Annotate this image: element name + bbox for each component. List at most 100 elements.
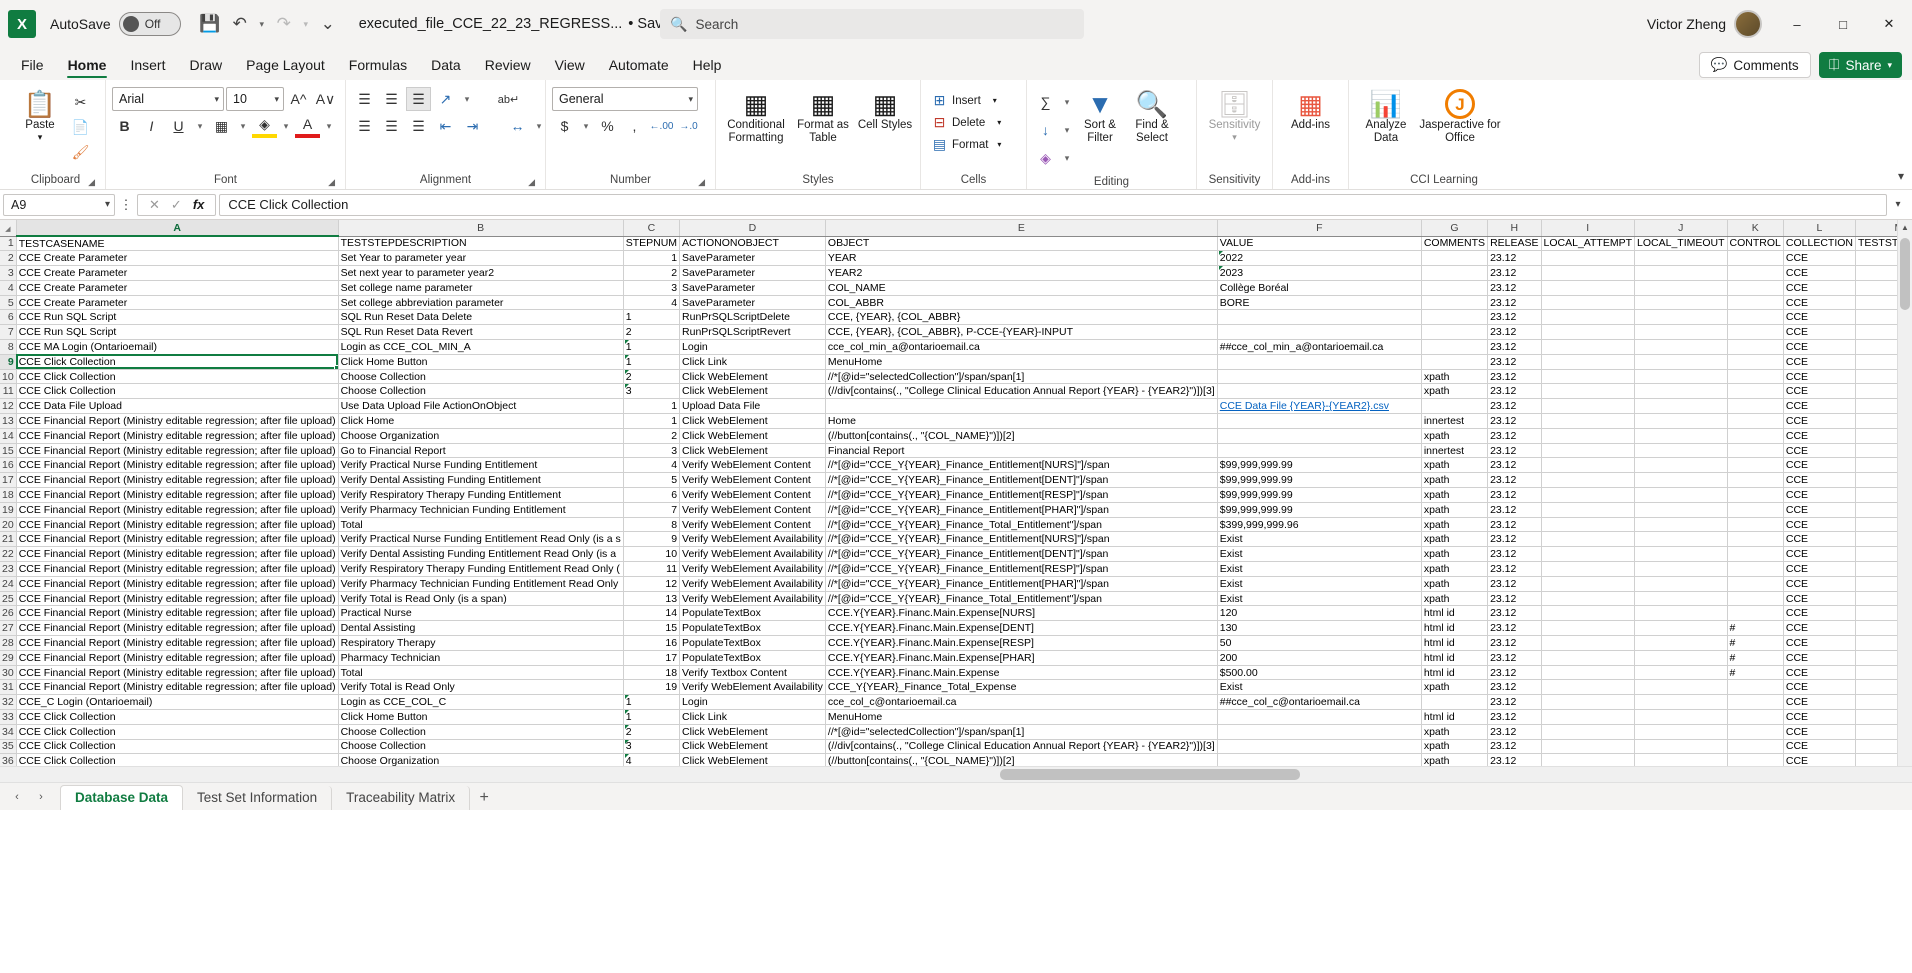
- cell-K16[interactable]: [1727, 457, 1784, 474]
- cell-G17[interactable]: xpath: [1421, 472, 1489, 489]
- cell-B5[interactable]: Set college abbreviation parameter: [338, 295, 624, 311]
- table-row[interactable]: 30 CCE Financial Report (Ministry editabl…: [0, 665, 1912, 681]
- insert-chevron-down-icon[interactable]: ▾: [993, 96, 997, 105]
- grow-font-icon[interactable]: A^: [286, 87, 311, 111]
- cell-F23[interactable]: Exist: [1217, 561, 1422, 577]
- cell-I18[interactable]: [1541, 487, 1636, 503]
- column-header-d[interactable]: D: [679, 220, 826, 237]
- cell-A27[interactable]: CCE Financial Report (Ministry editable …: [16, 620, 339, 637]
- cell-G16[interactable]: xpath: [1421, 457, 1489, 474]
- row-header-17[interactable]: 17: [0, 472, 17, 489]
- row-header-34[interactable]: 34: [0, 724, 17, 740]
- cell-J27[interactable]: [1634, 620, 1728, 637]
- column-header-c[interactable]: C: [623, 220, 681, 237]
- cell-G35[interactable]: xpath: [1421, 739, 1489, 755]
- cell-L12[interactable]: CCE: [1783, 398, 1857, 415]
- cell-G23[interactable]: xpath: [1421, 561, 1489, 577]
- minimize-button[interactable]: –: [1774, 0, 1820, 48]
- cell-F22[interactable]: Exist: [1217, 546, 1422, 563]
- delete-chevron-down-icon[interactable]: ▾: [997, 118, 1001, 127]
- cell-H1[interactable]: RELEASE: [1487, 236, 1542, 252]
- cell-B24[interactable]: Verify Pharmacy Technician Funding Entit…: [338, 576, 624, 592]
- cell-H24[interactable]: 23.12: [1487, 576, 1542, 592]
- cell-K6[interactable]: [1727, 309, 1784, 326]
- cell-B19[interactable]: Verify Pharmacy Technician Funding Entit…: [338, 502, 624, 518]
- cell-A4[interactable]: CCE Create Parameter: [16, 280, 339, 296]
- cell-G24[interactable]: xpath: [1421, 576, 1489, 592]
- cell-C2[interactable]: 1: [623, 250, 681, 267]
- cell-K35[interactable]: [1727, 739, 1784, 755]
- cell-H20[interactable]: 23.12: [1487, 517, 1542, 533]
- table-row[interactable]: 29 CCE Financial Report (Ministry editabl…: [0, 650, 1912, 666]
- column-header-a[interactable]: A: [16, 220, 339, 237]
- cell-I13[interactable]: [1541, 413, 1636, 429]
- cell-E18[interactable]: //*[@id="CCE_Y{YEAR}_Finance_Entitlement…: [825, 487, 1218, 503]
- sheet-tab-test-set-information[interactable]: Test Set Information: [183, 786, 333, 810]
- cell-L15[interactable]: CCE: [1783, 443, 1857, 459]
- format-as-table-button[interactable]: ▦ Format as Table: [790, 87, 856, 145]
- cell-D24[interactable]: Verify WebElement Availability: [679, 576, 826, 592]
- column-header-b[interactable]: B: [338, 220, 624, 237]
- table-row[interactable]: 23 CCE Financial Report (Ministry editabl…: [0, 561, 1912, 577]
- cell-I35[interactable]: [1541, 739, 1636, 755]
- percent-format-icon[interactable]: %: [595, 114, 620, 138]
- cell-J19[interactable]: [1634, 502, 1728, 518]
- tab-review[interactable]: Review: [474, 53, 542, 80]
- cell-E21[interactable]: //*[@id="CCE_Y{YEAR}_Finance_Entitlement…: [825, 531, 1218, 548]
- cell-J23[interactable]: [1634, 561, 1728, 577]
- cell-I33[interactable]: [1541, 709, 1636, 725]
- horizontal-scroll-thumb[interactable]: [1000, 769, 1300, 780]
- cell-I15[interactable]: [1541, 443, 1636, 459]
- cell-D9[interactable]: Click Link: [679, 354, 826, 370]
- format-chevron-down-icon[interactable]: ▾: [997, 140, 1001, 149]
- cell-C20[interactable]: 8: [623, 517, 681, 533]
- cell-G31[interactable]: xpath: [1421, 679, 1489, 696]
- cell-I19[interactable]: [1541, 502, 1636, 518]
- cell-L33[interactable]: CCE: [1783, 709, 1857, 725]
- cell-J22[interactable]: [1634, 546, 1728, 563]
- cell-K26[interactable]: [1727, 605, 1784, 622]
- cell-H17[interactable]: 23.12: [1487, 472, 1542, 489]
- cell-F31[interactable]: Exist: [1217, 679, 1422, 696]
- cell-B8[interactable]: Login as CCE_COL_MIN_A: [338, 339, 624, 355]
- cell-G36[interactable]: xpath: [1421, 753, 1489, 766]
- format-cells-button[interactable]: ▤ Format ▾: [927, 134, 1005, 155]
- save-icon[interactable]: 💾: [195, 9, 225, 39]
- cell-F8[interactable]: ##cce_col_min_a@ontarioemail.ca: [1217, 339, 1422, 355]
- fill-icon[interactable]: ↓: [1033, 118, 1058, 142]
- cell-E28[interactable]: CCE.Y{YEAR}.Financ.Main.Expense[RESP]: [825, 635, 1218, 651]
- cell-E1[interactable]: OBJECT: [825, 236, 1218, 252]
- cell-K14[interactable]: [1727, 428, 1784, 444]
- cell-F2[interactable]: 2022: [1217, 250, 1422, 267]
- cell-A5[interactable]: CCE Create Parameter: [16, 295, 339, 311]
- table-row[interactable]: 25 CCE Financial Report (Ministry editabl…: [0, 591, 1912, 607]
- cell-H15[interactable]: 23.12: [1487, 443, 1542, 459]
- cell-C34[interactable]: 2: [623, 724, 681, 740]
- cell-F4[interactable]: Collège Boréal: [1217, 280, 1422, 296]
- cell-E29[interactable]: CCE.Y{YEAR}.Financ.Main.Expense[PHAR]: [825, 650, 1218, 666]
- cell-K33[interactable]: [1727, 709, 1784, 725]
- cell-I36[interactable]: [1541, 753, 1636, 766]
- cell-C19[interactable]: 7: [623, 502, 681, 518]
- cell-E7[interactable]: CCE, {YEAR}, {COL_ABBR}, P-CCE-{YEAR}-IN…: [825, 324, 1218, 341]
- cell-C35[interactable]: 3: [623, 739, 681, 755]
- cell-I7[interactable]: [1541, 324, 1636, 341]
- cell-G32[interactable]: [1421, 694, 1489, 710]
- cell-H27[interactable]: 23.12: [1487, 620, 1542, 637]
- cell-L36[interactable]: CCE: [1783, 753, 1857, 766]
- cell-F16[interactable]: $99,999,999.99: [1217, 457, 1422, 474]
- cell-A33[interactable]: CCE Click Collection: [16, 709, 339, 725]
- cell-D7[interactable]: RunPrSQLScriptRevert: [679, 324, 826, 341]
- share-button[interactable]: ⎅ Share ▾: [1818, 52, 1902, 78]
- shrink-font-icon[interactable]: A∨: [313, 87, 338, 111]
- cell-F30[interactable]: $500.00: [1217, 665, 1422, 681]
- cell-E19[interactable]: //*[@id="CCE_Y{YEAR}_Finance_Entitlement…: [825, 502, 1218, 518]
- cell-L29[interactable]: CCE: [1783, 650, 1857, 666]
- table-row[interactable]: 4 CCE Create Parameter Set college name pa…: [0, 280, 1912, 296]
- cell-D36[interactable]: Click WebElement: [679, 753, 826, 766]
- cell-L16[interactable]: CCE: [1783, 457, 1857, 474]
- cell-E11[interactable]: (//div[contains(., "College Clinical Edu…: [825, 383, 1218, 400]
- row-header-5[interactable]: 5: [0, 295, 17, 311]
- table-row[interactable]: 6 CCE Run SQL Script SQL Run Reset Data De…: [0, 309, 1912, 326]
- cell-J2[interactable]: [1634, 250, 1728, 267]
